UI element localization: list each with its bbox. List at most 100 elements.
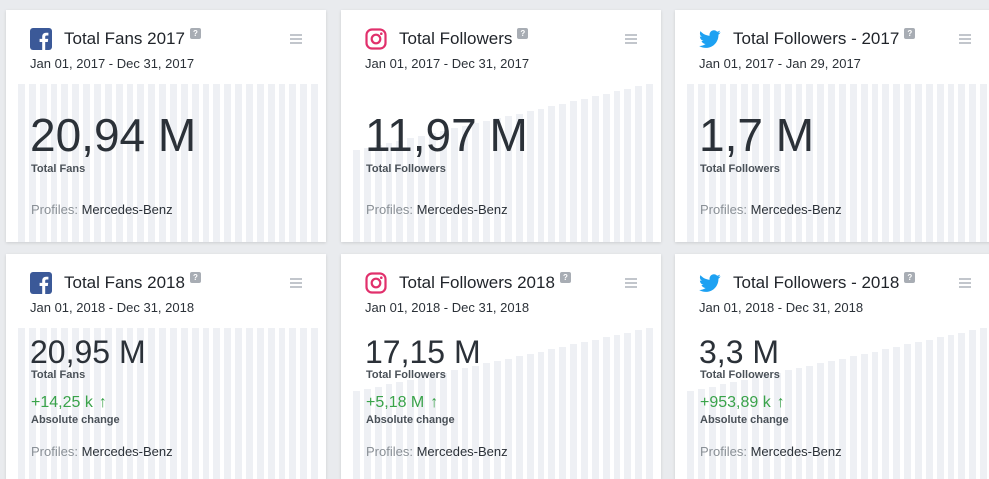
help-icon[interactable]: ?: [517, 28, 529, 39]
profiles-line: Profiles: Mercedes-Benz: [700, 202, 842, 217]
absolute-change-value: +953,89 k ↑: [700, 394, 785, 411]
help-icon[interactable]: ?: [189, 28, 201, 39]
trend-bar: [904, 344, 912, 479]
profile-name: Mercedes-Benz: [416, 444, 508, 459]
trend-bar: [570, 344, 578, 479]
date-range: Jan 01, 2018 - Dec 31, 2018: [30, 300, 195, 315]
trend-bar: [311, 328, 319, 479]
date-range: Jan 01, 2018 - Dec 31, 2018: [365, 300, 530, 315]
trend-bar: [159, 84, 167, 242]
trend-bar: [947, 84, 955, 242]
card-title: Total Fans 2017?: [64, 28, 201, 49]
trend-bar: [925, 339, 933, 479]
trend-bar: [687, 391, 694, 479]
profile-name: Mercedes-Benz: [750, 444, 842, 459]
profiles-line: Profiles: Mercedes-Benz: [700, 444, 842, 459]
trend-bar: [817, 363, 825, 479]
trend-bar: [980, 84, 988, 242]
trend-bar: [94, 84, 101, 242]
trend-bar: [613, 91, 621, 242]
help-icon[interactable]: ?: [904, 28, 916, 39]
profile-name: Mercedes-Benz: [416, 202, 508, 217]
trend-bar: [752, 377, 760, 479]
trend-bar: [18, 328, 25, 479]
trend-bar: [559, 346, 567, 479]
card-header: Total Followers - 2018?: [699, 272, 981, 294]
trend-bar: [624, 332, 632, 479]
trend-bar: [839, 84, 846, 242]
trend-bar: [860, 353, 868, 479]
arrow-up-icon: ↑: [776, 394, 785, 411]
help-icon[interactable]: ?: [189, 272, 201, 283]
absolute-change-label: Absolute change: [366, 414, 455, 426]
metric-label: Total Followers: [700, 163, 780, 175]
trend-bar: [806, 365, 814, 479]
trend-bar: [646, 84, 654, 242]
trend-bar: [235, 84, 243, 242]
trend-bar: [828, 84, 836, 242]
trend-bar: [969, 330, 977, 479]
trend-bar: [267, 84, 275, 242]
trend-bar: [860, 84, 868, 242]
trend-bar: [591, 339, 599, 479]
profile-name: Mercedes-Benz: [81, 202, 173, 217]
card-title: Total Followers - 2017?: [733, 28, 916, 49]
trend-bar: [515, 356, 523, 479]
trend-bar: [494, 360, 502, 479]
trend-bar: [267, 328, 275, 479]
instagram-icon: [365, 28, 387, 50]
trend-bar: [180, 84, 188, 242]
profiles-line: Profiles: Mercedes-Benz: [31, 444, 173, 459]
trend-bar: [980, 328, 988, 479]
menu-icon[interactable]: [290, 278, 302, 288]
trend-bar: [849, 356, 857, 479]
trend-bar: [418, 377, 426, 479]
card-header: Total Fans 2017?: [30, 28, 312, 50]
trend-bar: [871, 351, 879, 479]
profiles-line: Profiles: Mercedes-Benz: [366, 444, 508, 459]
menu-icon[interactable]: [625, 278, 637, 288]
menu-icon[interactable]: [290, 34, 302, 44]
trend-bar: [548, 106, 556, 242]
trend-bar: [300, 328, 308, 479]
menu-icon[interactable]: [959, 34, 971, 44]
trend-bar: [148, 84, 156, 242]
card-total-fans-2017: Total Fans 2017? Jan 01, 2017 - Dec 31, …: [6, 10, 326, 242]
card-total-followers-instagram-2017: Total Followers? Jan 01, 2017 - Dec 31, …: [341, 10, 661, 242]
metric-value: 1,7 M: [699, 109, 815, 161]
card-title: Total Fans 2018?: [64, 272, 201, 293]
trend-bar: [882, 349, 890, 479]
metric-label: Total Followers: [366, 163, 446, 175]
absolute-change-label: Absolute change: [31, 414, 120, 426]
trend-bar: [849, 84, 857, 242]
trend-bar: [213, 84, 221, 242]
menu-icon[interactable]: [959, 278, 971, 288]
card-header: Total Followers 2018?: [365, 272, 647, 294]
trend-bar: [947, 335, 955, 479]
trend-bar: [570, 101, 578, 242]
metric-value: 3,3 M: [699, 334, 780, 370]
profiles-line: Profiles: Mercedes-Benz: [366, 202, 508, 217]
help-icon[interactable]: ?: [904, 272, 916, 283]
trend-bar: [126, 84, 134, 242]
date-range: Jan 01, 2017 - Dec 31, 2017: [30, 56, 195, 71]
trend-bar: [235, 328, 243, 479]
card-header: Total Followers - 2017?: [699, 28, 981, 50]
menu-icon[interactable]: [625, 34, 637, 44]
absolute-change-value: +14,25 k ↑: [31, 394, 107, 411]
trend-bar: [828, 360, 836, 479]
metric-label: Total Fans: [31, 163, 86, 175]
trend-bar: [548, 349, 556, 479]
trend-bar: [353, 150, 360, 242]
trend-bar: [795, 367, 803, 479]
trend-bar: [893, 346, 901, 479]
trend-bar: [202, 84, 210, 242]
absolute-change-value: +5,18 M ↑: [366, 394, 439, 411]
card-total-followers-twitter-2018: Total Followers - 2018? Jan 01, 2018 - D…: [675, 254, 989, 479]
trend-bar: [505, 358, 512, 479]
trend-bar: [526, 353, 534, 479]
trend-bar: [806, 84, 814, 242]
trend-bar: [472, 365, 480, 479]
help-icon[interactable]: ?: [559, 272, 571, 283]
profiles-line: Profiles: Mercedes-Benz: [31, 202, 173, 217]
